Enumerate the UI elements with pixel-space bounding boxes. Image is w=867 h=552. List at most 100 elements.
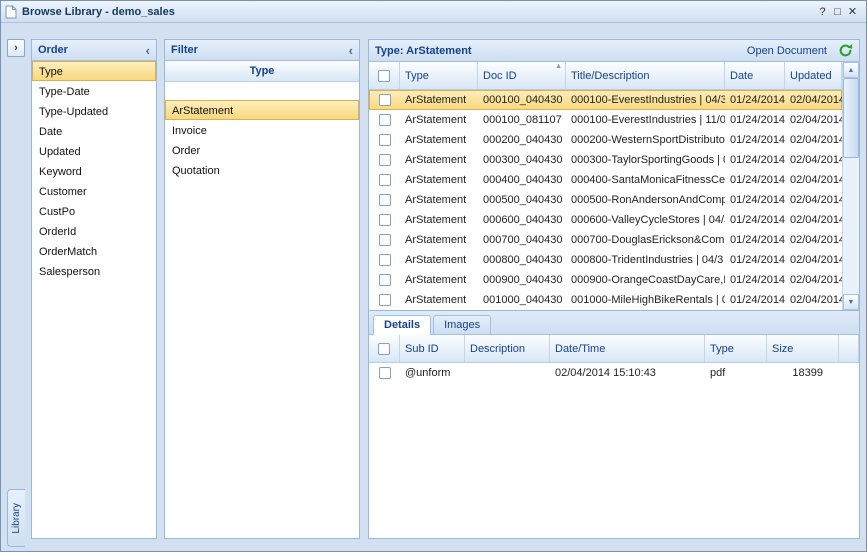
column-header-size[interactable]: Size <box>767 335 839 363</box>
doc-row-date: 01/24/2014 <box>725 130 785 150</box>
order-item-custpo[interactable]: CustPo <box>32 201 156 221</box>
select-all-checkbox[interactable] <box>378 70 390 82</box>
document-row[interactable]: ArStatement000300_040430000300-TaylorSpo… <box>369 150 842 170</box>
doc-row-checkbox[interactable] <box>379 134 391 146</box>
document-row[interactable]: ArStatement000100_081107000100-EverestIn… <box>369 110 842 130</box>
documents-grid-header: Type Doc ID▲ Title/Description Date Upda… <box>369 62 842 90</box>
filter-item-order[interactable]: Order <box>165 140 359 160</box>
details-select-all-header-cell[interactable] <box>369 335 400 363</box>
doc-row-checkbox[interactable] <box>379 234 391 246</box>
scroll-down-button[interactable]: ▼ <box>843 294 859 310</box>
doc-row-updated: 02/04/2014 <box>785 130 842 150</box>
doc-row-doc-id: 000100_040430 <box>478 90 566 110</box>
order-item-date[interactable]: Date <box>32 121 156 141</box>
order-item-type[interactable]: Type <box>32 61 156 81</box>
order-item-type-updated[interactable]: Type-Updated <box>32 101 156 121</box>
document-row[interactable]: ArStatement000200_040430000200-WesternSp… <box>369 130 842 150</box>
column-header-sub-id[interactable]: Sub ID <box>400 335 465 363</box>
doc-row-date: 01/24/2014 <box>725 190 785 210</box>
order-item-orderid[interactable]: OrderId <box>32 221 156 241</box>
collapse-filter-panel-icon[interactable]: ‹ <box>349 44 353 57</box>
document-row[interactable]: ArStatement000600_040430000600-ValleyCyc… <box>369 210 842 230</box>
select-all-header-cell[interactable] <box>369 62 400 90</box>
details-row-checkbox[interactable] <box>379 367 391 379</box>
document-row[interactable]: ArStatement000100_040430000100-EverestIn… <box>369 90 842 110</box>
order-item-keyword[interactable]: Keyword <box>32 161 156 181</box>
vertical-scrollbar[interactable]: ▲ ▼ <box>842 62 859 310</box>
doc-row-checkbox[interactable] <box>379 154 391 166</box>
details-row-filler <box>839 363 859 383</box>
doc-row-checkbox-cell <box>369 170 400 190</box>
doc-row-doc-id: 000400_040430 <box>478 170 566 190</box>
details-row-description <box>465 363 550 383</box>
scrollbar-track[interactable] <box>843 158 859 294</box>
filter-item-invoice[interactable]: Invoice <box>165 120 359 140</box>
open-document-button[interactable]: Open Document <box>747 45 827 57</box>
column-header-title-description[interactable]: Title/Description <box>566 62 725 90</box>
library-rail-tab[interactable]: Library <box>7 489 25 547</box>
collapse-order-panel-icon[interactable]: ‹ <box>146 44 150 57</box>
window-title: Browse Library - demo_sales <box>22 6 815 18</box>
filter-panel: Filter ‹ Type ArStatementInvoiceOrderQuo… <box>164 39 360 539</box>
document-row[interactable]: ArStatement000800_040430000800-TridentIn… <box>369 250 842 270</box>
details-tab-strip: Details Images <box>369 311 859 335</box>
scroll-up-button[interactable]: ▲ <box>843 62 859 78</box>
refresh-icon[interactable] <box>837 43 853 59</box>
column-header-description[interactable]: Description <box>465 335 550 363</box>
doc-row-title: 000700-DouglasErickson&Compa <box>566 230 725 250</box>
details-row-sub-id: @unform <box>400 363 465 383</box>
details-select-all-checkbox[interactable] <box>378 343 390 355</box>
doc-row-type: ArStatement <box>400 230 478 250</box>
doc-row-doc-id: 000300_040430 <box>478 150 566 170</box>
doc-row-checkbox[interactable] <box>379 294 391 306</box>
document-row[interactable]: ArStatement000700_040430000700-DouglasEr… <box>369 230 842 250</box>
doc-row-checkbox[interactable] <box>379 174 391 186</box>
doc-row-title: 000300-TaylorSportingGoods | 0 <box>566 150 725 170</box>
document-row[interactable]: ArStatement000500_040430000500-RonAnders… <box>369 190 842 210</box>
expand-panel-button[interactable]: › <box>7 39 25 57</box>
doc-row-checkbox[interactable] <box>379 214 391 226</box>
documents-panel: Type: ArStatement Open Document Type Doc… <box>368 39 860 539</box>
help-button[interactable]: ? <box>815 6 830 18</box>
doc-row-checkbox[interactable] <box>379 114 391 126</box>
column-header-date-time[interactable]: Date/Time <box>550 335 705 363</box>
doc-row-date: 01/24/2014 <box>725 290 785 310</box>
column-header-updated[interactable]: Updated <box>785 62 842 90</box>
details-row[interactable]: @unform02/04/2014 15:10:43pdf18399 <box>369 363 859 383</box>
order-item-salesperson[interactable]: Salesperson <box>32 261 156 281</box>
doc-row-doc-id: 001000_040430 <box>478 290 566 310</box>
doc-row-checkbox-cell <box>369 270 400 290</box>
maximize-button[interactable]: □ <box>830 6 845 18</box>
tab-images[interactable]: Images <box>433 315 491 334</box>
document-row[interactable]: ArStatement000900_040430000900-OrangeCoa… <box>369 270 842 290</box>
details-row-type: pdf <box>705 363 767 383</box>
order-item-ordermatch[interactable]: OrderMatch <box>32 241 156 261</box>
order-item-updated[interactable]: Updated <box>32 141 156 161</box>
close-button[interactable]: ✕ <box>845 5 860 18</box>
doc-row-type: ArStatement <box>400 250 478 270</box>
filter-item-arstatement[interactable]: ArStatement <box>165 100 359 120</box>
document-row[interactable]: ArStatement001000_040430001000-MileHighB… <box>369 290 842 310</box>
library-rail-label: Library <box>11 503 22 534</box>
scrollbar-thumb[interactable] <box>843 78 859 158</box>
filter-column-header[interactable]: Type <box>165 61 359 82</box>
doc-row-checkbox[interactable] <box>379 194 391 206</box>
column-header-type[interactable]: Type <box>400 62 478 90</box>
doc-row-type: ArStatement <box>400 190 478 210</box>
column-header-file-type[interactable]: Type <box>705 335 767 363</box>
title-bar[interactable]: Browse Library - demo_sales ? □ ✕ <box>1 1 866 23</box>
doc-row-updated: 02/04/2014 <box>785 110 842 130</box>
filter-item-quotation[interactable]: Quotation <box>165 160 359 180</box>
doc-row-checkbox[interactable] <box>379 274 391 286</box>
details-empty-area <box>369 383 859 538</box>
order-item-type-date[interactable]: Type-Date <box>32 81 156 101</box>
order-item-customer[interactable]: Customer <box>32 181 156 201</box>
doc-row-checkbox[interactable] <box>379 254 391 266</box>
doc-row-doc-id: 000600_040430 <box>478 210 566 230</box>
column-header-date[interactable]: Date <box>725 62 785 90</box>
doc-row-title: 000900-OrangeCoastDayCare,I <box>566 270 725 290</box>
column-header-doc-id[interactable]: Doc ID▲ <box>478 62 566 90</box>
doc-row-checkbox[interactable] <box>379 94 391 106</box>
tab-details[interactable]: Details <box>373 315 431 335</box>
document-row[interactable]: ArStatement000400_040430000400-SantaMoni… <box>369 170 842 190</box>
